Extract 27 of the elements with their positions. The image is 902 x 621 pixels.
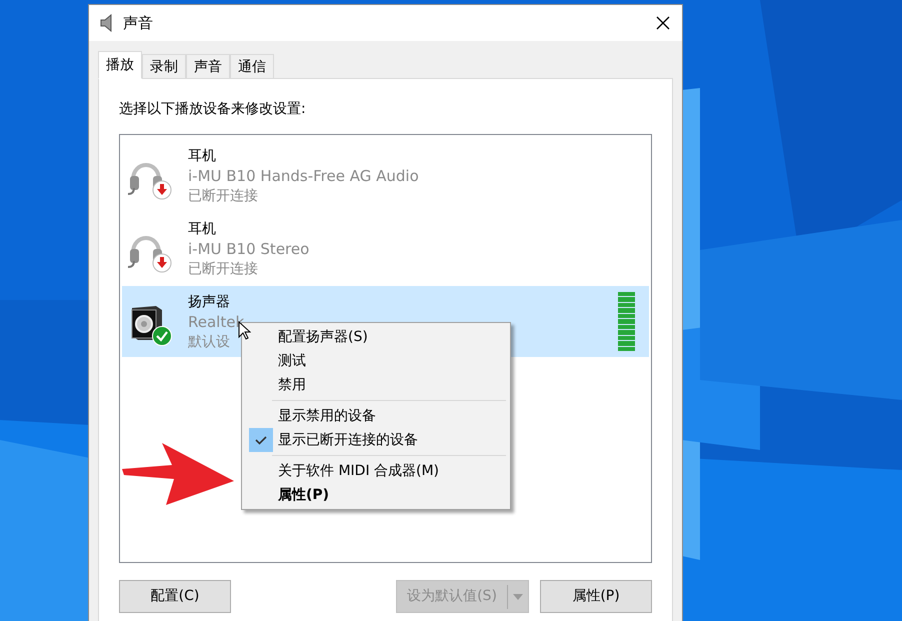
instruction-text: 选择以下播放设备来修改设置: xyxy=(119,100,307,119)
tab[interactable]: 声音 xyxy=(186,54,230,78)
device-status: 已断开连接 xyxy=(188,260,258,278)
menu-item[interactable]: 显示已断开连接的设备 xyxy=(244,428,508,452)
device-name: 耳机 xyxy=(188,220,216,238)
menu-item[interactable]: 属性(P) xyxy=(244,483,508,507)
device-description: i-MU B10 Hands-Free AG Audio xyxy=(188,166,419,186)
checkmark-icon xyxy=(249,428,273,452)
tab[interactable]: 通信 xyxy=(230,54,274,78)
device-status: 默认设 xyxy=(188,332,230,352)
device-name: 耳机 xyxy=(188,146,216,166)
device-status: 已断开连接 xyxy=(188,186,258,206)
device-description: i-MU B10 Stereo xyxy=(188,238,310,258)
tab[interactable]: 录制 xyxy=(142,54,186,78)
close-icon[interactable] xyxy=(656,16,670,30)
configure-button[interactable]: 配置(C) xyxy=(119,580,231,613)
properties-button[interactable]: 属性(P) xyxy=(540,580,652,613)
menu-item[interactable]: 关于软件 MIDI 合成器(M) xyxy=(244,459,508,483)
device-item[interactable]: 耳机 i-MU B10 Hands-Free AG Audio 已断开连接 xyxy=(122,140,649,211)
window-title: 声音 xyxy=(123,12,153,34)
caret-down-icon xyxy=(513,594,523,600)
device-name: 扬声器 xyxy=(188,292,230,312)
tab[interactable]: 播放 xyxy=(98,51,142,79)
device-item[interactable]: 耳机 i-MU B10 Stereo 已断开连接 xyxy=(122,213,649,284)
menu-item[interactable]: 禁用 xyxy=(244,373,508,397)
device-description: Realtek xyxy=(188,312,244,332)
menu-item[interactable]: 显示禁用的设备 xyxy=(244,404,508,428)
